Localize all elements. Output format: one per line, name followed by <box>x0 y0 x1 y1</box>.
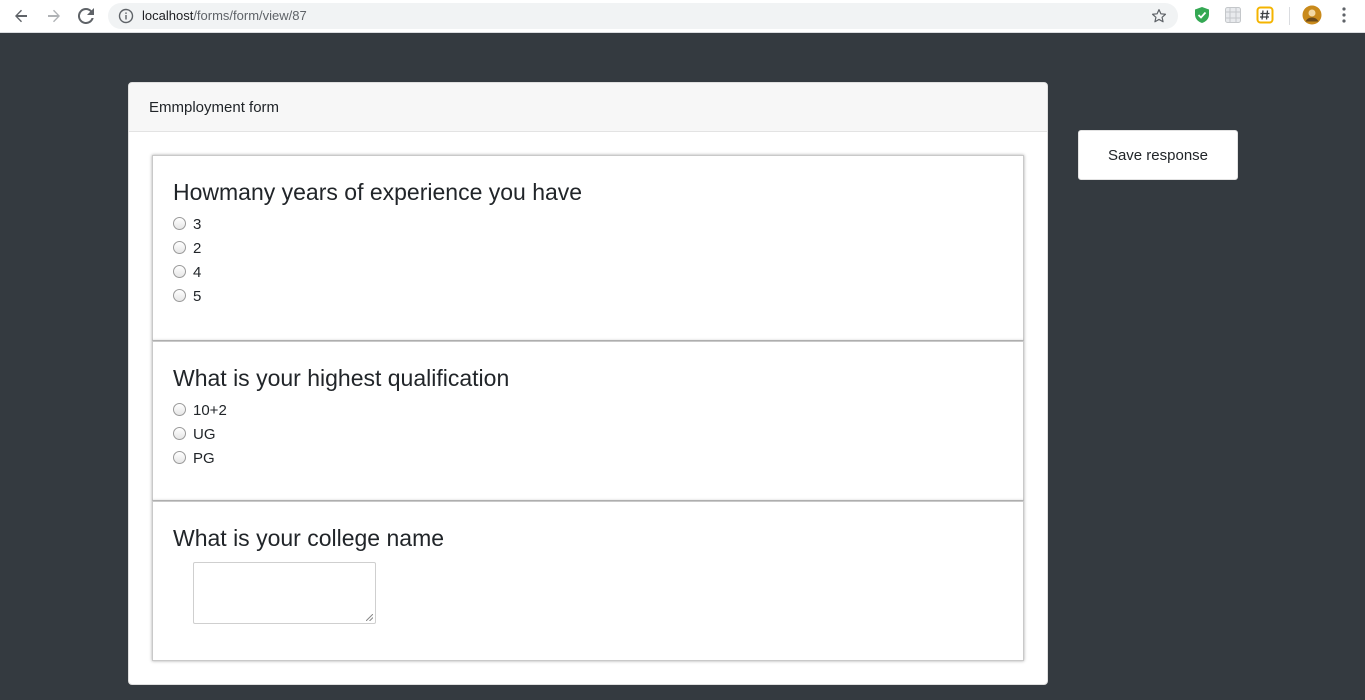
radio-button[interactable] <box>173 216 186 230</box>
url-host: localhost <box>142 8 194 23</box>
question-title: Howmany years of experience you have <box>173 179 583 205</box>
form-title: Emmployment form <box>129 83 1047 132</box>
radio-option[interactable]: UG <box>173 422 1003 446</box>
radio-option[interactable]: 3 <box>173 212 1003 236</box>
forward-icon[interactable] <box>42 5 66 27</box>
url-text[interactable]: localhost/forms/form/view/87 <box>142 8 307 23</box>
info-icon[interactable] <box>118 8 134 24</box>
option-label: 2 <box>193 239 202 257</box>
college-name-textarea[interactable] <box>193 562 376 624</box>
question-qualification: What is your highest qualification 10+2 … <box>152 341 1024 501</box>
option-label: 3 <box>193 215 202 233</box>
question-title: What is your college name <box>173 525 445 551</box>
option-label: UG <box>193 425 216 443</box>
profile-avatar-icon[interactable] <box>1302 5 1322 25</box>
save-response-button[interactable]: Save response <box>1078 130 1238 180</box>
radio-button[interactable] <box>173 426 186 440</box>
hash-extension-icon[interactable] <box>1256 6 1274 24</box>
browser-toolbar: localhost/forms/form/view/87 <box>0 0 1365 33</box>
radio-button[interactable] <box>173 402 186 416</box>
option-label: 4 <box>193 263 202 281</box>
question-college-name: What is your college name <box>152 501 1024 661</box>
shield-extension-icon[interactable] <box>1193 6 1211 24</box>
radio-button[interactable] <box>173 264 186 278</box>
reload-icon[interactable] <box>74 5 98 27</box>
back-icon[interactable] <box>9 5 33 27</box>
radio-button[interactable] <box>173 288 186 302</box>
option-label: 10+2 <box>193 401 227 419</box>
address-bar[interactable]: localhost/forms/form/view/87 <box>108 3 1178 29</box>
toolbar-divider <box>1289 7 1290 25</box>
radio-option[interactable]: 10+2 <box>173 398 1003 422</box>
resize-grip-icon[interactable] <box>366 614 373 621</box>
grid-extension-icon[interactable] <box>1224 6 1242 24</box>
menu-kebab-icon[interactable] <box>1336 6 1352 24</box>
questions-list: Howmany years of experience you have 3 2… <box>152 155 1024 661</box>
radio-option[interactable]: 5 <box>173 284 1003 308</box>
question-experience: Howmany years of experience you have 3 2… <box>152 155 1024 341</box>
option-label: PG <box>193 449 215 467</box>
radio-option[interactable]: 4 <box>173 260 1003 284</box>
form-card: Emmployment form Howmany years of experi… <box>128 82 1048 685</box>
option-label: 5 <box>193 287 202 305</box>
radio-group-qualification: 10+2 UG PG <box>173 398 1003 470</box>
url-path: /forms/form/view/87 <box>193 8 307 23</box>
bookmark-star-icon[interactable] <box>1150 7 1168 25</box>
radio-button[interactable] <box>173 450 186 464</box>
radio-option[interactable]: PG <box>173 446 1003 470</box>
radio-group-experience: 3 2 4 5 <box>173 212 1003 308</box>
question-title: What is your highest qualification <box>173 365 510 391</box>
radio-button[interactable] <box>173 240 186 254</box>
radio-option[interactable]: 2 <box>173 236 1003 260</box>
